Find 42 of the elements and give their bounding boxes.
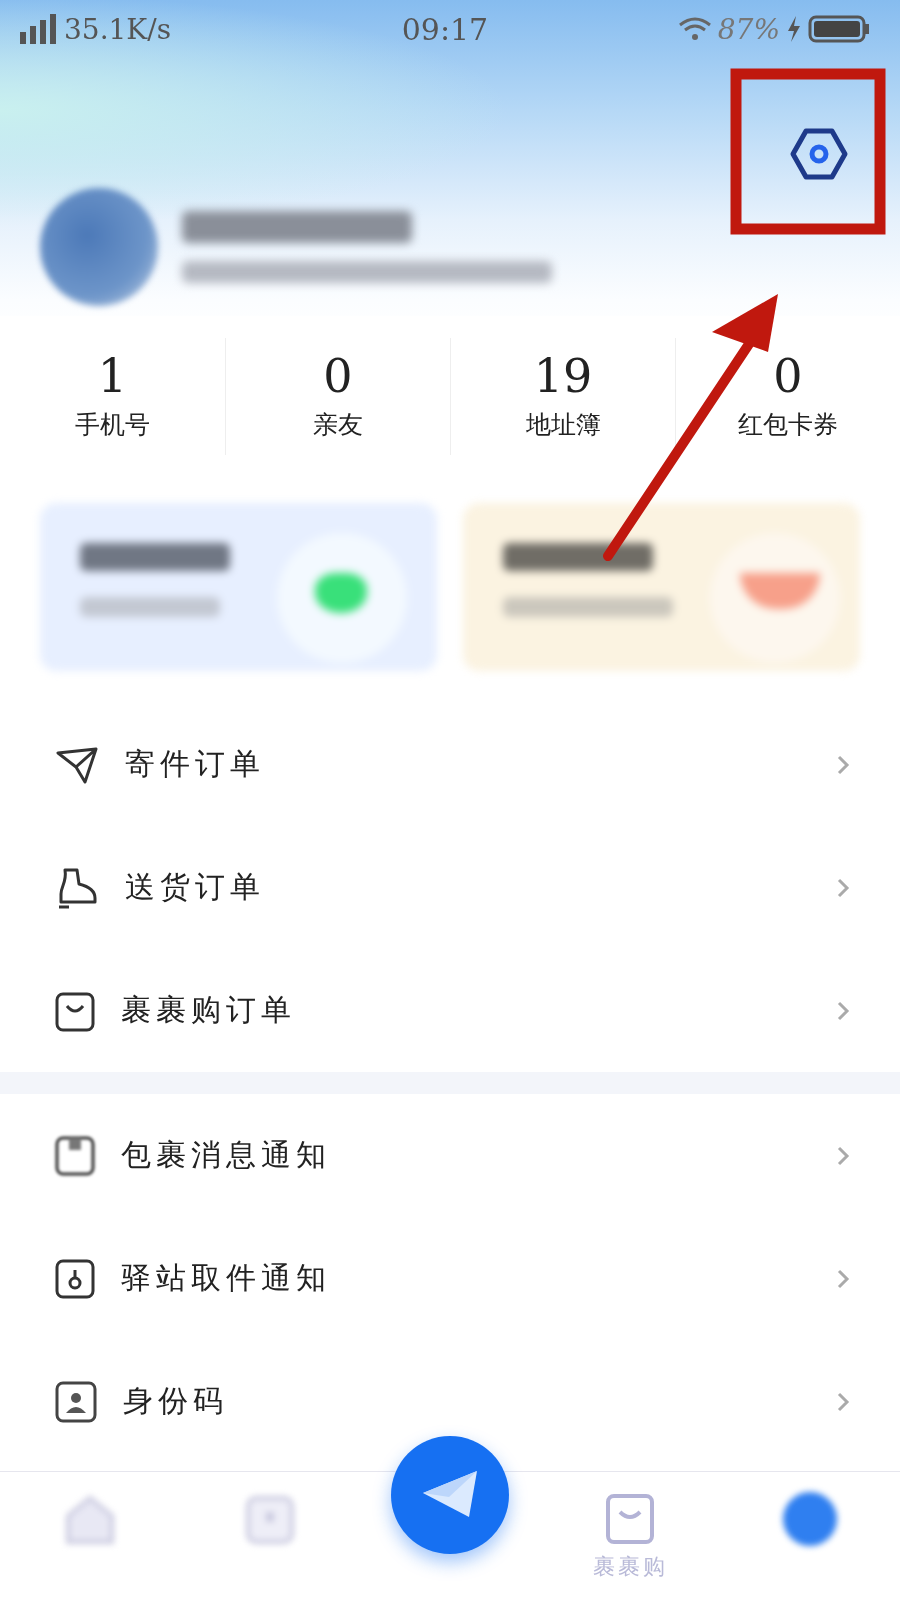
avatar-icon[interactable] [783,1492,837,1546]
station-icon [55,1257,95,1300]
menu-item[interactable]: 包裹消息通知 [0,1094,900,1217]
settings-icon[interactable] [790,128,848,180]
chevron-icon [836,1390,850,1413]
menu-label: 送货订单 [125,868,266,906]
clock: 09:17 [400,11,490,47]
chevron-icon [836,1144,850,1167]
signal-icon [20,14,56,44]
stat-label[interactable]: 手机号 [75,408,150,441]
menu-label: 包裹消息通知 [121,1136,332,1174]
stat-value[interactable]: 0 [323,348,353,404]
menu-label: 身份码 [123,1382,229,1420]
menu-item[interactable]: 送货订单 [0,826,900,949]
id-badge-icon [55,1380,97,1423]
chevron-icon [836,999,850,1022]
menu-item[interactable]: 驿站取件通知 [0,1217,900,1340]
menu-item[interactable]: 寄件订单 [0,703,900,826]
charging-icon [786,16,802,42]
blurred-card[interactable] [40,503,437,671]
wifi-icon [677,16,712,42]
network-speed: 35.1K/s [64,12,172,46]
chevron-icon [836,753,850,776]
menu-label: 驿站取件通知 [121,1259,332,1297]
parcel-icon [55,1134,95,1177]
menu-label: 裹裹购订单 [121,991,297,1029]
stat-value[interactable]: 19 [533,348,593,404]
menu-label: 寄件订单 [125,745,266,783]
stat-label[interactable]: 地址簿 [525,408,601,441]
stat-value[interactable]: 1 [97,348,128,404]
battery-icon [808,15,870,43]
menu-item[interactable]: 裹裹购订单 [0,949,900,1072]
chevron-icon [836,1267,850,1290]
stat-label[interactable]: 亲友 [313,408,363,441]
avatar[interactable] [40,188,158,306]
stat-value[interactable]: 0 [773,348,803,404]
menu-item[interactable]: 身份码 [0,1340,900,1463]
chevron-icon [836,876,850,899]
blurred-card[interactable] [463,503,860,671]
stat-label[interactable]: 红包卡券 [738,408,838,441]
send-button[interactable] [391,1436,509,1554]
battery-percent: 87% [717,12,780,46]
